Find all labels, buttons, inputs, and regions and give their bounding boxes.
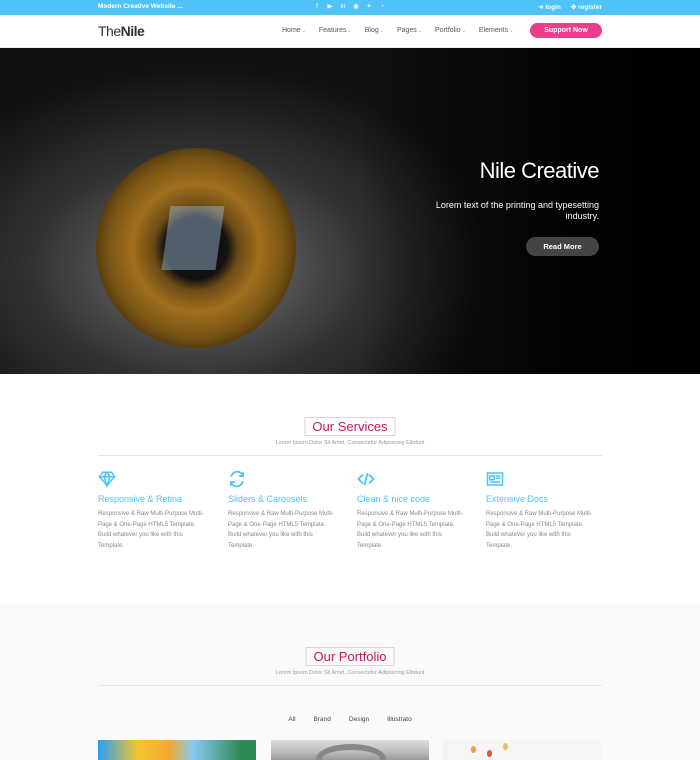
- filter-design[interactable]: Design: [349, 716, 369, 723]
- read-more-button[interactable]: Read More: [526, 237, 599, 256]
- divider: [98, 685, 602, 686]
- divider: [98, 455, 602, 456]
- auth-links: ➜ login ✚ register: [538, 3, 602, 11]
- user-plus-icon: ✚: [570, 4, 577, 11]
- diamond-icon: [98, 470, 116, 489]
- nav-pages[interactable]: Pages⌄: [397, 27, 422, 34]
- nav-features-label: Features: [318, 27, 347, 34]
- service-card: Sliders & Carousels Responsive & Raw Mul…: [228, 470, 338, 551]
- linkedin-icon[interactable]: in: [339, 3, 347, 11]
- chevron-down-icon: ⌄: [301, 28, 306, 34]
- code-icon: [357, 470, 375, 488]
- filter-all[interactable]: All: [288, 716, 295, 723]
- services-subtitle: Lorem Ipsum Dolor Sit Amet, Consectetur …: [275, 440, 425, 446]
- youtube-icon[interactable]: ▶: [326, 3, 334, 11]
- service-card: Extensive Docs Responsive & Raw Multi-Pu…: [486, 470, 596, 551]
- portfolio-item-cup[interactable]: [271, 740, 429, 760]
- twitter-icon[interactable]: ✦: [365, 3, 373, 11]
- tagline: Modern Creative Website ...: [98, 3, 183, 10]
- portfolio-filters: All Brand Design Illustrato: [0, 716, 700, 723]
- pinterest-icon[interactable]: ◉: [352, 3, 360, 11]
- nav-blog-label: Blog: [364, 27, 379, 34]
- chevron-down-icon: ⌄: [379, 28, 384, 34]
- register-link[interactable]: ✚ register: [571, 3, 602, 11]
- logo-bold: Nile: [120, 23, 145, 39]
- nav-home-label: Home: [282, 27, 301, 34]
- leaf-shape: [503, 743, 508, 750]
- header: TheNile Home⌄ Features⌄ Blog⌄ Pages⌄ Por…: [0, 15, 700, 48]
- portfolio-title: Our Portfolio: [305, 647, 395, 666]
- login-link[interactable]: ➜ login: [538, 3, 561, 11]
- logo-light: The: [98, 23, 121, 39]
- service-text: Responsive & Raw Multi-Purpose Multi-Pag…: [98, 511, 204, 549]
- service-text: Responsive & Raw Multi-Purpose Multi-Pag…: [486, 511, 592, 549]
- social-links: f ▶ in ◉ ✦ ◔: [313, 3, 386, 11]
- login-label: login: [545, 4, 561, 11]
- register-label: register: [578, 4, 602, 11]
- chevron-down-icon: ⌄: [509, 28, 514, 34]
- rss-icon[interactable]: ◔: [378, 3, 386, 11]
- nav-portfolio-label: Portfolio: [435, 27, 461, 34]
- services-title: Our Services: [304, 417, 396, 436]
- chevron-down-icon: ⌄: [461, 28, 466, 34]
- support-now-button[interactable]: Support Now: [530, 23, 602, 38]
- nav-pages-label: Pages: [396, 27, 417, 34]
- portfolio-section: Our Portfolio Lorem Ipsum Dolor Sit Amet…: [0, 604, 700, 760]
- chevron-down-icon: ⌄: [347, 28, 352, 34]
- nav-blog[interactable]: Blog⌄: [365, 27, 384, 34]
- hero-subtitle: Lorem text of the printing and typesetti…: [435, 200, 599, 221]
- main-nav: Home⌄ Features⌄ Blog⌄ Pages⌄ Portfolio⌄ …: [282, 27, 513, 34]
- nav-elements-label: Elements: [478, 27, 509, 34]
- leaf-shape: [471, 746, 476, 753]
- service-title: Clean & nice code: [357, 494, 431, 504]
- nav-features[interactable]: Features⌄: [319, 27, 352, 34]
- logo[interactable]: TheNile: [98, 23, 145, 39]
- login-icon: ➜: [538, 4, 544, 11]
- service-text: Responsive & Raw Multi-Purpose Multi-Pag…: [228, 511, 334, 549]
- leaf-shape: [487, 750, 492, 757]
- cup-rim: [316, 744, 386, 760]
- chevron-down-icon: ⌄: [417, 28, 422, 34]
- nav-home[interactable]: Home⌄: [282, 27, 306, 34]
- portfolio-item-leaves[interactable]: [443, 740, 601, 760]
- top-bar: Modern Creative Website ... f ▶ in ◉ ✦ ◔…: [0, 0, 700, 15]
- nav-elements[interactable]: Elements⌄: [479, 27, 513, 34]
- service-title: Extensive Docs: [486, 494, 549, 504]
- newspaper-icon: [486, 470, 504, 488]
- portfolio-item-umbrellas[interactable]: [98, 740, 256, 760]
- service-title: Sliders & Carousels: [228, 494, 308, 504]
- nav-portfolio[interactable]: Portfolio⌄: [435, 27, 466, 34]
- hero-title: Nile Creative: [479, 158, 600, 183]
- service-text: Responsive & Raw Multi-Purpose Multi-Pag…: [357, 511, 463, 549]
- facebook-icon[interactable]: f: [313, 3, 321, 11]
- service-title: Responsive & Retina: [98, 494, 183, 504]
- service-card: Clean & nice code Responsive & Raw Multi…: [357, 470, 467, 551]
- eye-reflection: [161, 206, 225, 270]
- portfolio-subtitle: Lorem Ipsum Dolor Sit Amet, Consectetur …: [275, 670, 425, 676]
- service-card: Responsive & Retina Responsive & Raw Mul…: [98, 470, 208, 551]
- filter-illustrato[interactable]: Illustrato: [387, 716, 412, 723]
- hero-banner: Nile Creative Lorem text of the printing…: [0, 48, 700, 374]
- services-section: Our Services Lorem Ipsum Dolor Sit Amet,…: [0, 374, 700, 604]
- filter-brand[interactable]: Brand: [314, 716, 331, 723]
- refresh-icon: [228, 470, 246, 488]
